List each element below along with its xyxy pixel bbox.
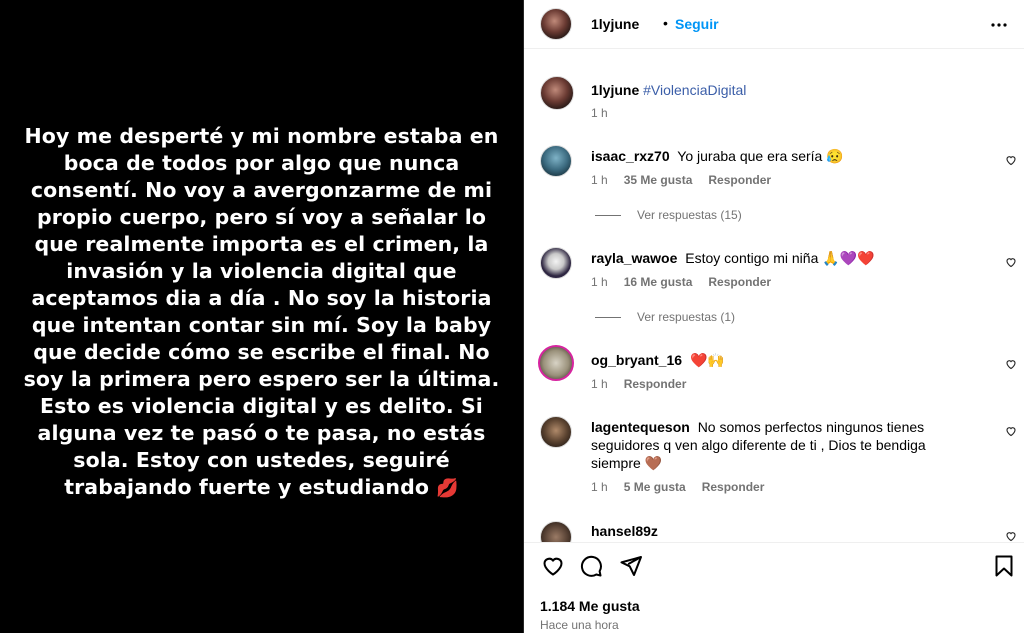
comment-text: Yo juraba que era sería 😥 [677, 148, 844, 164]
post-sidebar: 1lyjune • Seguir 1lyjune #ViolenciaDigit… [523, 0, 1024, 633]
view-replies[interactable]: Ver respuestas (1) [595, 310, 735, 324]
post-text: Hoy me desperté y mi nombre estaba en bo… [17, 123, 507, 502]
view-replies-label[interactable]: Ver respuestas (15) [637, 208, 742, 222]
comment-text: ❤️🙌 [689, 352, 725, 368]
reply-button[interactable]: Responder [708, 275, 771, 289]
view-replies[interactable]: Ver respuestas (15) [595, 208, 742, 222]
post-text-body: Hoy me desperté y mi nombre estaba en bo… [23, 124, 500, 499]
post-header: 1lyjune • Seguir [524, 0, 1024, 49]
like-comment-heart-icon[interactable] [1005, 530, 1017, 542]
commenter-username[interactable]: isaac_rxz70 [591, 148, 670, 164]
caption-avatar[interactable] [540, 76, 574, 110]
more-options-icon[interactable] [987, 13, 1011, 42]
comment-icon[interactable] [578, 553, 604, 579]
author-username[interactable]: 1lyjune [591, 16, 639, 32]
heart-icon[interactable] [540, 553, 566, 579]
comment-likes[interactable]: 35 Me gusta [624, 173, 693, 187]
caption-hashtag[interactable]: #ViolenciaDigital [643, 82, 746, 98]
comment-time: 1 h [591, 377, 608, 391]
separator-dot: • [663, 15, 668, 31]
post-media[interactable]: Hoy me desperté y mi nombre estaba en bo… [0, 0, 523, 633]
commenter-avatar[interactable] [540, 145, 572, 177]
commenter-username[interactable]: lagentequeson [591, 419, 690, 435]
reply-button[interactable]: Responder [708, 173, 771, 187]
replies-line [595, 214, 621, 216]
bookmark-icon[interactable] [991, 553, 1017, 579]
comment-likes[interactable]: 5 Me gusta [624, 480, 686, 494]
likes-count[interactable]: 1.184 Me gusta [540, 598, 640, 614]
caption-time: 1 h [591, 106, 608, 120]
view-replies-label[interactable]: Ver respuestas (1) [637, 310, 735, 324]
commenter-avatar[interactable] [540, 521, 572, 542]
comment-text: Estoy contigo mi niña 🙏💜❤️ [685, 250, 875, 266]
like-comment-heart-icon[interactable] [1005, 256, 1017, 271]
comment-likes[interactable]: 16 Me gusta [624, 275, 693, 289]
commenter-avatar[interactable] [538, 345, 574, 381]
kiss-emoji: 💋 [436, 478, 459, 499]
comments-list[interactable]: 1lyjune #ViolenciaDigital 1 h isaac_rxz7… [524, 49, 1024, 542]
replies-line [595, 316, 621, 318]
commenter-username[interactable]: hansel89z [591, 523, 658, 539]
commenter-avatar[interactable] [540, 247, 572, 279]
like-comment-heart-icon[interactable] [1005, 425, 1017, 440]
commenter-username[interactable]: og_bryant_16 [591, 352, 682, 368]
like-comment-heart-icon[interactable] [1005, 154, 1017, 169]
comment-time: 1 h [591, 275, 608, 289]
reply-button[interactable]: Responder [624, 377, 687, 391]
commenter-username[interactable]: rayla_wawoe [591, 250, 677, 266]
reply-button[interactable]: Responder [702, 480, 765, 494]
caption-username[interactable]: 1lyjune [591, 82, 639, 98]
like-comment-heart-icon[interactable] [1005, 358, 1017, 373]
comment-time: 1 h [591, 480, 608, 494]
post-time-ago: Hace una hora [540, 618, 619, 632]
commenter-avatar[interactable] [540, 416, 572, 448]
follow-button[interactable]: Seguir [675, 16, 719, 32]
author-avatar[interactable] [540, 8, 572, 40]
post-actions: 1.184 Me gusta Hace una hora [524, 542, 1024, 633]
comment-time: 1 h [591, 173, 608, 187]
share-icon[interactable] [618, 553, 644, 579]
